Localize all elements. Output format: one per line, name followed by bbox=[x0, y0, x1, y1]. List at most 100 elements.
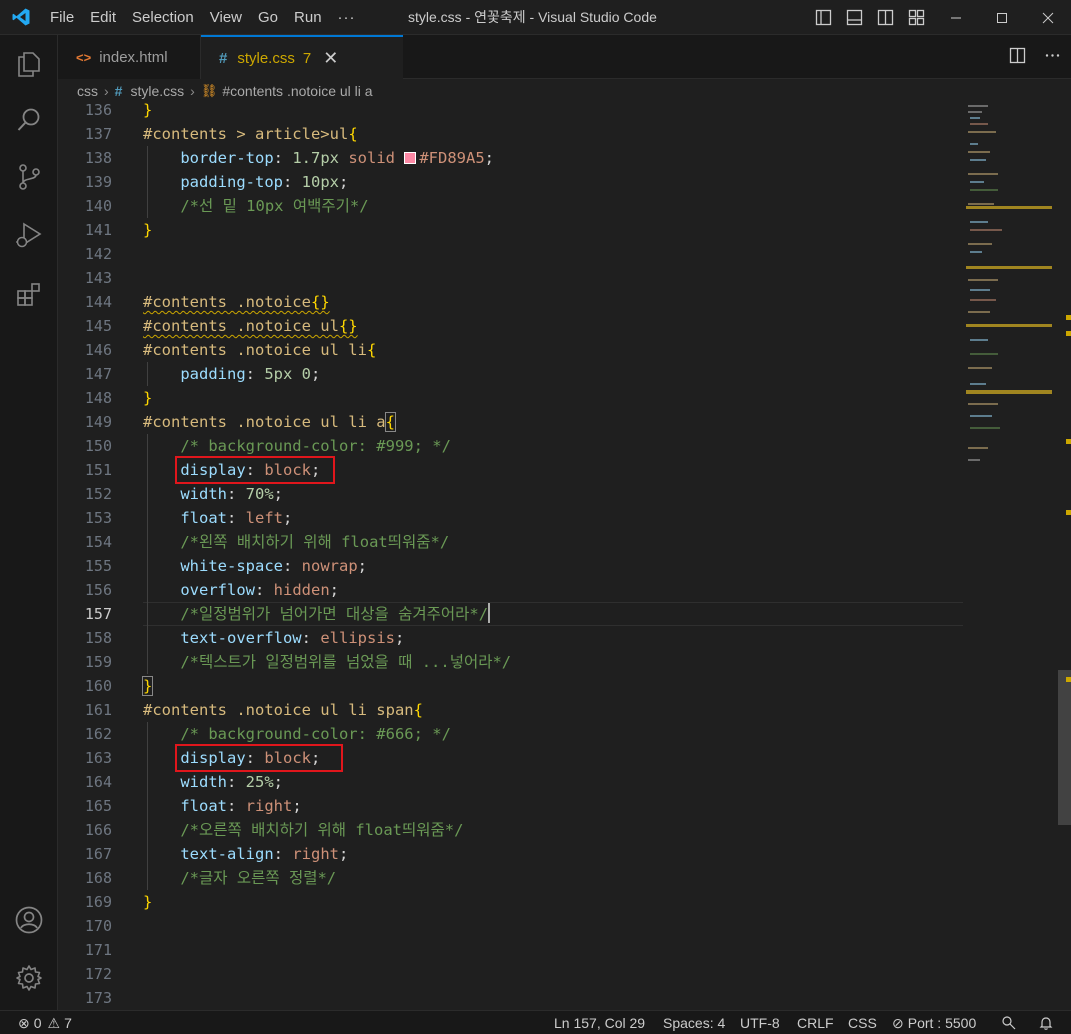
menu-go[interactable]: Go bbox=[250, 0, 286, 35]
code-token-warning: {} bbox=[310, 293, 330, 311]
chevron-right-icon: › bbox=[104, 83, 109, 99]
text-cursor bbox=[488, 603, 491, 623]
overview-ruler bbox=[1061, 103, 1071, 1010]
chevron-right-icon: › bbox=[190, 83, 195, 99]
problems-status[interactable]: ⊗ 0 ⚠ 7 bbox=[18, 1011, 72, 1034]
tab-index-html[interactable]: <> index.html bbox=[58, 35, 201, 79]
code-token: right bbox=[245, 797, 293, 815]
breadcrumb-folder[interactable]: css bbox=[77, 83, 98, 99]
menu-run[interactable]: Run bbox=[286, 0, 330, 35]
minimap-line bbox=[968, 447, 988, 449]
minimize-icon[interactable] bbox=[933, 0, 979, 35]
line-number: 156 bbox=[84, 581, 112, 599]
minimap-line bbox=[968, 131, 996, 133]
code-token: ; bbox=[273, 773, 284, 791]
code-token: 70% bbox=[245, 485, 274, 503]
feedback-icon[interactable] bbox=[1001, 1011, 1017, 1034]
activity-bar bbox=[0, 35, 58, 1010]
extensions-icon[interactable] bbox=[0, 270, 58, 320]
code-token: #contents .notoice ul li span bbox=[143, 701, 414, 719]
code-token-warning: {} bbox=[338, 317, 358, 335]
explorer-icon[interactable] bbox=[0, 39, 58, 89]
line-number: 169 bbox=[84, 893, 112, 911]
close-tab-icon[interactable]: ✕ bbox=[323, 48, 338, 69]
indentation-status[interactable]: Spaces: 4 bbox=[663, 1011, 725, 1034]
eol-status[interactable]: CRLF bbox=[797, 1011, 834, 1034]
notifications-bell-icon[interactable] bbox=[1038, 1011, 1054, 1034]
maximize-icon[interactable] bbox=[979, 0, 1025, 35]
minimap-line bbox=[968, 459, 980, 461]
code-line: width: 70%; bbox=[143, 482, 283, 506]
search-icon[interactable] bbox=[0, 95, 58, 145]
code-token: 1.7px bbox=[292, 149, 339, 167]
line-number: 149 bbox=[84, 413, 112, 431]
menu-selection[interactable]: Selection bbox=[124, 0, 202, 35]
run-and-debug-icon[interactable] bbox=[0, 210, 58, 260]
menu-edit[interactable]: Edit bbox=[82, 0, 124, 35]
toggle-secondary-sidebar-icon[interactable] bbox=[874, 6, 897, 29]
menu-view[interactable]: View bbox=[202, 0, 250, 35]
split-editor-icon[interactable] bbox=[1009, 47, 1026, 67]
minimap-line bbox=[970, 189, 998, 191]
color-swatch[interactable] bbox=[404, 152, 417, 164]
line-number: 161 bbox=[84, 701, 112, 719]
toggle-primary-sidebar-icon[interactable] bbox=[812, 6, 835, 29]
code-editor[interactable]: 136 137 138 139 140 141 142 143 144 145 … bbox=[58, 103, 1071, 1010]
line-number: 173 bbox=[84, 989, 112, 1007]
minimap-highlight bbox=[966, 206, 1052, 209]
line-number: 165 bbox=[84, 797, 112, 815]
code-token: left bbox=[245, 509, 283, 527]
menu-file[interactable]: File bbox=[42, 0, 82, 35]
close-window-icon[interactable] bbox=[1025, 0, 1071, 35]
minimap-highlight bbox=[966, 266, 1052, 269]
window-title: style.css - 연꽃축제 - Visual Studio Code bbox=[408, 9, 657, 25]
source-control-icon[interactable] bbox=[0, 152, 58, 202]
minimap-line bbox=[970, 383, 986, 385]
code-token: 5px 0 bbox=[264, 365, 311, 383]
tab-style-css[interactable]: # style.css 7 ✕ bbox=[201, 35, 403, 79]
code-comment: /* background-color: #666; */ bbox=[180, 725, 451, 743]
line-number-active: 157 bbox=[84, 605, 112, 623]
code-token: ; bbox=[273, 485, 284, 503]
minimap[interactable] bbox=[966, 103, 1056, 1010]
breadcrumb-file[interactable]: style.css bbox=[130, 83, 184, 99]
line-number: 146 bbox=[84, 341, 112, 359]
minimap-highlight bbox=[966, 390, 1052, 394]
title-bar: File Edit Selection View Go Run ··· styl… bbox=[0, 0, 1071, 35]
code-line: /* background-color: #666; */ bbox=[143, 722, 451, 746]
code-line-active: /*일정범위가 넘어가면 대상을 숨겨주어라*/ bbox=[143, 602, 491, 626]
toggle-panel-icon[interactable] bbox=[843, 6, 866, 29]
cursor-position[interactable]: Ln 157, Col 29 bbox=[554, 1011, 645, 1034]
window-controls bbox=[933, 0, 1071, 35]
error-count: 0 bbox=[33, 1015, 42, 1031]
code-token: ; bbox=[311, 365, 321, 383]
annotation-highlight-box bbox=[175, 456, 335, 484]
menu-more[interactable]: ··· bbox=[330, 0, 364, 35]
live-server-status[interactable]: ⊘ Port : 5500 bbox=[892, 1011, 976, 1034]
line-number: 154 bbox=[84, 533, 112, 551]
code-token: ; bbox=[292, 797, 302, 815]
code-line: #contents .notoice ul li span{ bbox=[143, 698, 423, 722]
symbol-selector-icon: ⛓ bbox=[200, 83, 218, 98]
customize-layout-icon[interactable] bbox=[905, 6, 928, 29]
editor-actions bbox=[1009, 35, 1061, 79]
encoding-status[interactable]: UTF-8 bbox=[740, 1011, 780, 1034]
more-actions-icon[interactable] bbox=[1044, 47, 1061, 67]
code-token: #contents .notoice ul li a bbox=[143, 413, 386, 431]
code-token: : bbox=[301, 629, 321, 647]
minimap-line bbox=[970, 353, 998, 355]
vscode-logo-icon[interactable] bbox=[0, 0, 42, 35]
account-icon[interactable] bbox=[0, 895, 58, 945]
manage-gear-icon[interactable] bbox=[0, 953, 58, 1003]
minimap-line bbox=[970, 159, 986, 161]
breadcrumb-symbol[interactable]: #contents .notoice ul li a bbox=[222, 83, 372, 99]
code-line: /*오른쪽 배치하기 위해 float띄워줌*/ bbox=[143, 818, 463, 842]
code-comment: /* background-color: #999; */ bbox=[180, 437, 451, 455]
code-line: float: right; bbox=[143, 794, 302, 818]
language-mode[interactable]: CSS bbox=[848, 1011, 877, 1034]
code-token: nowrap bbox=[301, 557, 358, 575]
code-text-area[interactable]: } #contents > article>ul{ border-top: 1.… bbox=[141, 103, 963, 1010]
line-number: 140 bbox=[84, 197, 112, 215]
line-number: 139 bbox=[84, 173, 112, 191]
code-token: ; bbox=[329, 581, 339, 599]
